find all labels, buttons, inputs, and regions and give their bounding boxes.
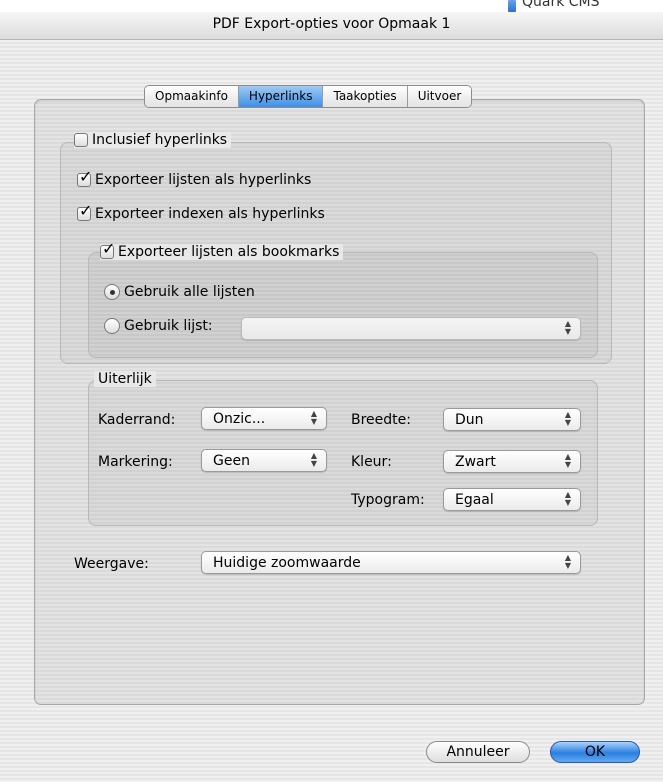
- app-icon: [508, 0, 516, 12]
- tab-hyperlinks[interactable]: Hyperlinks: [238, 86, 324, 107]
- use-list-radio[interactable]: [104, 318, 120, 334]
- up-down-arrows-icon: ▲ ▼: [564, 452, 572, 469]
- highlight-popup[interactable]: Geen ▲ ▼: [201, 449, 327, 472]
- frame-label: Kaderrand:: [98, 412, 176, 428]
- width-label: Breedte:: [351, 412, 411, 428]
- export-lists-checkbox[interactable]: ✓: [77, 169, 92, 187]
- checkmark-icon: ✓: [79, 201, 93, 220]
- export-indexes-label: Exporteer indexen als hyperlinks: [95, 206, 325, 222]
- radio-dot-icon: [110, 290, 115, 295]
- color-popup[interactable]: Zwart ▲ ▼: [443, 450, 581, 473]
- export-bookmarks-row: ✓ Exporteer lijsten als bookmarks: [100, 241, 344, 260]
- include-hyperlinks-label: Inclusief hyperlinks: [92, 132, 228, 148]
- checkmark-icon: ✓: [79, 167, 93, 186]
- up-down-arrows-icon: ▲ ▼: [564, 410, 572, 427]
- bookmarks-group: [88, 252, 598, 358]
- display-value: Huidige zoomwaarde: [213, 555, 361, 571]
- use-all-lists-label: Gebruik alle lijsten: [124, 284, 255, 300]
- display-popup[interactable]: Huidige zoomwaarde ▲ ▼: [201, 551, 581, 574]
- export-lists-label: Exporteer lijsten als hyperlinks: [95, 172, 312, 188]
- export-bookmarks-checkbox[interactable]: ✓: [100, 241, 115, 259]
- export-indexes-row: ✓ Exporteer indexen als hyperlinks: [77, 203, 325, 222]
- up-down-arrows-icon: ▲ ▼: [310, 409, 318, 426]
- appearance-title: Uiterlijk: [94, 371, 156, 387]
- use-list-label: Gebruik lijst:: [124, 318, 213, 334]
- export-indexes-checkbox[interactable]: ✓: [77, 203, 92, 221]
- window-title: PDF Export-opties voor Opmaak 1: [212, 16, 451, 32]
- up-down-arrows-icon: ▲ ▼: [310, 451, 318, 468]
- tab-opmaakinfo[interactable]: Opmaakinfo: [145, 86, 239, 107]
- up-down-arrows-icon: ▲ ▼: [564, 553, 572, 570]
- tab-taakopties[interactable]: Taakopties: [323, 86, 408, 107]
- use-list-row: Gebruik lijst:: [104, 318, 213, 334]
- use-list-popup[interactable]: ▲ ▼: [241, 317, 581, 340]
- tab-uitvoer[interactable]: Uitvoer: [407, 86, 472, 107]
- typogram-popup[interactable]: Egaal ▲ ▼: [443, 488, 581, 511]
- up-down-arrows-icon: ▲ ▼: [564, 490, 572, 507]
- use-all-lists-radio[interactable]: [104, 284, 120, 300]
- width-popup[interactable]: Dun ▲ ▼: [443, 408, 581, 431]
- cancel-button[interactable]: Annuleer: [426, 741, 530, 763]
- typogram-label: Typogram:: [351, 492, 425, 508]
- frame-value: Onzic...: [213, 411, 266, 427]
- display-label: Weergave:: [74, 556, 149, 572]
- color-value: Zwart: [455, 454, 496, 470]
- typogram-value: Egaal: [455, 492, 494, 508]
- export-lists-row: ✓ Exporteer lijsten als hyperlinks: [77, 169, 312, 188]
- use-all-lists-row: Gebruik alle lijsten: [104, 284, 255, 300]
- include-hyperlinks-row: Inclusief hyperlinks: [74, 132, 232, 148]
- frame-popup[interactable]: Onzic... ▲ ▼: [201, 407, 327, 430]
- highlight-label: Markering:: [98, 454, 173, 470]
- checkmark-icon: ✓: [102, 239, 116, 258]
- background-app-label: Quark CMS: [522, 0, 600, 10]
- highlight-value: Geen: [213, 453, 250, 469]
- up-down-arrows-icon: ▲ ▼: [564, 319, 572, 336]
- include-hyperlinks-checkbox[interactable]: [74, 133, 88, 147]
- width-value: Dun: [455, 412, 484, 428]
- export-bookmarks-label: Exporteer lijsten als bookmarks: [118, 244, 340, 260]
- tab-bar: Opmaakinfo Hyperlinks Taakopties Uitvoer: [144, 85, 473, 108]
- ok-button[interactable]: OK: [550, 741, 640, 763]
- color-label: Kleur:: [351, 454, 392, 470]
